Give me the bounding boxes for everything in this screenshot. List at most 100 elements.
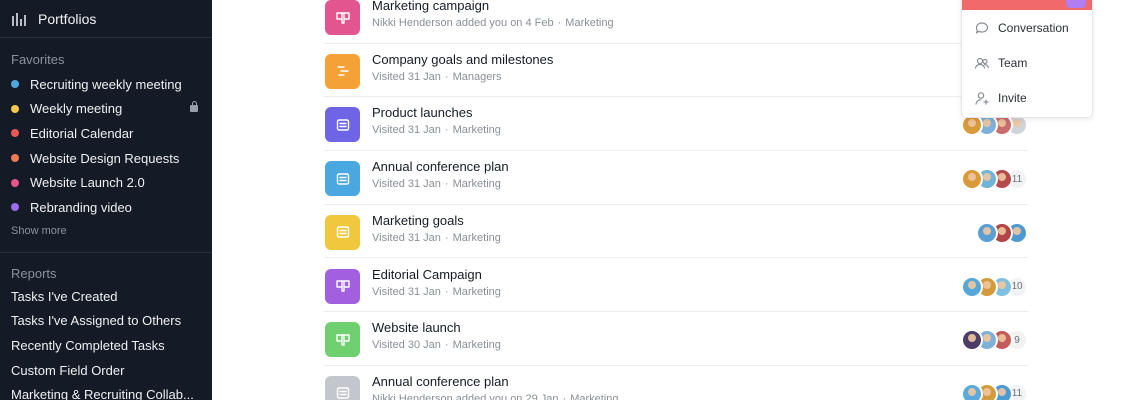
team-icon (974, 55, 998, 71)
list-icon (325, 214, 360, 250)
project-meta: Nikki Henderson added you on 29 Jan · Mark… (372, 393, 618, 400)
project-team: Marketing (565, 17, 614, 29)
project-row[interactable]: Company goals and milestones Visited 31 J… (324, 44, 1028, 98)
board-icon (325, 322, 360, 358)
sidebar-favorite-item[interactable]: Weekly meeting (0, 97, 212, 122)
sidebar-favorite-label: Recruiting weekly meeting (30, 76, 182, 92)
color-dot-icon (11, 104, 19, 113)
color-dot-icon (11, 154, 19, 163)
meta-separator: · (557, 17, 562, 29)
member-avatars[interactable]: 11 (961, 382, 1028, 400)
project-meta: Nikki Henderson added you on 4 Feb · Marke… (372, 17, 614, 29)
project-row[interactable]: Product launches Visited 31 Jan · Marketing (324, 97, 1028, 152)
sidebar-favorite-item[interactable]: Website Design Requests (0, 146, 212, 171)
avatar (976, 221, 998, 244)
dropdown-header-bar (962, 0, 1092, 10)
sidebar-favorite-item[interactable]: Recruiting weekly meeting (0, 72, 212, 97)
project-team: Marketing (452, 339, 501, 352)
project-team: Marketing (570, 392, 619, 400)
member-avatars[interactable]: 10 (961, 275, 1028, 298)
project-name[interactable]: Annual conference plan (372, 374, 509, 389)
sidebar-favorite-label: Website Launch 2.0 (30, 175, 145, 191)
sidebar-divider (0, 252, 212, 253)
project-meta: Visited 31 Jan · Managers (372, 71, 502, 83)
timeline-icon (325, 53, 360, 89)
project-row[interactable]: Editorial Campaign Visited 31 Jan · Marketi… (324, 259, 1028, 313)
sidebar-favorite-label: Rebranding video (30, 199, 132, 215)
project-name[interactable]: Editorial Campaign (372, 267, 482, 282)
project-team: Marketing (452, 285, 501, 298)
project-name[interactable]: Company goals and milestones (372, 52, 553, 67)
meta-separator: · (444, 124, 449, 137)
project-meta: Visited 31 Jan · Marketing (372, 124, 501, 136)
list-icon (325, 107, 360, 143)
add-person-icon (974, 90, 998, 106)
reports-heading: Reports (11, 266, 57, 281)
board-icon (325, 268, 360, 304)
chat-bubble-icon (974, 20, 998, 36)
project-activity: Visited 31 Jan (372, 285, 441, 298)
list-icon (325, 375, 360, 400)
color-dot-icon (11, 80, 19, 89)
project-activity: Nikki Henderson added you on 29 Jan (372, 392, 559, 400)
share-dropdown-menu: Conversation Team Invite (961, 0, 1093, 118)
project-meta: Visited 31 Jan · Marketing (372, 232, 501, 244)
dropdown-item-invite[interactable]: Invite (962, 80, 1092, 115)
project-team: Managers (452, 70, 502, 83)
project-name[interactable]: Marketing campaign (372, 0, 489, 13)
project-row[interactable]: Website launch Visited 30 Jan · Marketing 9 (324, 312, 1028, 366)
project-activity: Visited 30 Jan (372, 339, 441, 352)
project-activity: Visited 31 Jan (372, 231, 441, 244)
sidebar-report-item[interactable]: Custom Field Order (0, 358, 212, 383)
sidebar-favorite-label: Weekly meeting (30, 101, 123, 117)
color-dot-icon (11, 203, 19, 212)
project-name[interactable]: Marketing goals (372, 213, 464, 228)
project-row[interactable]: Annual conference plan Nikki Henderson ad… (324, 366, 1028, 400)
board-icon (325, 0, 360, 35)
sidebar-portfolios-label: Portfolios (38, 10, 97, 27)
color-dot-icon (11, 178, 19, 187)
meta-separator: · (444, 339, 449, 352)
portfolios-icon (12, 12, 26, 26)
color-dot-icon (11, 129, 19, 138)
sidebar-favorite-label: Website Design Requests (30, 150, 180, 166)
meta-separator: · (444, 231, 449, 244)
project-meta: Visited 31 Jan · Marketing (372, 286, 501, 298)
dropdown-item-label: Team (998, 55, 1028, 70)
dropdown-item-team[interactable]: Team (962, 45, 1092, 80)
dropdown-item-label: Conversation (998, 20, 1069, 35)
project-row[interactable]: Marketing campaign Nikki Henderson added … (324, 0, 1028, 44)
meta-separator: · (562, 392, 567, 400)
project-name[interactable]: Product launches (372, 105, 472, 120)
project-activity: Visited 31 Jan (372, 178, 441, 191)
member-avatars[interactable]: 11 (961, 168, 1028, 191)
avatar (961, 275, 983, 298)
project-activity: Visited 31 Jan (372, 70, 441, 83)
project-team: Marketing (452, 231, 501, 244)
dropdown-item-conversation[interactable]: Conversation (962, 10, 1092, 45)
project-activity: Visited 31 Jan (372, 124, 441, 137)
member-avatars[interactable] (976, 221, 1028, 244)
list-icon (325, 161, 360, 197)
sidebar-report-item[interactable]: Marketing & Recruiting Collab... (0, 382, 212, 400)
sidebar-favorite-label: Editorial Calendar (30, 125, 134, 141)
sidebar-report-item[interactable]: Tasks I've Assigned to Others (0, 309, 212, 334)
show-more-link[interactable]: Show more (11, 225, 67, 237)
sidebar-report-item[interactable]: Recently Completed Tasks (0, 333, 212, 358)
meta-separator: · (444, 178, 449, 191)
project-activity: Nikki Henderson added you on 4 Feb (372, 17, 554, 29)
project-row[interactable]: Marketing goals Visited 31 Jan · Marketing (324, 205, 1028, 259)
avatar (961, 168, 983, 191)
project-name[interactable]: Annual conference plan (372, 159, 509, 174)
sidebar-report-item[interactable]: Tasks I've Created (0, 284, 212, 309)
sidebar-favorite-item[interactable]: Editorial Calendar (0, 121, 212, 146)
sidebar-favorite-item[interactable]: Rebranding video (0, 195, 212, 220)
meta-separator: · (444, 285, 449, 298)
dropdown-header-accent (1066, 0, 1086, 8)
member-avatars[interactable]: 9 (961, 329, 1028, 352)
project-row[interactable]: Annual conference plan Visited 31 Jan · Mar… (324, 151, 1028, 205)
meta-separator: · (444, 70, 449, 83)
sidebar-favorite-item[interactable]: Website Launch 2.0 (0, 170, 212, 195)
sidebar-portfolios-item[interactable]: Portfolios (0, 0, 212, 38)
project-name[interactable]: Website launch (372, 320, 461, 335)
